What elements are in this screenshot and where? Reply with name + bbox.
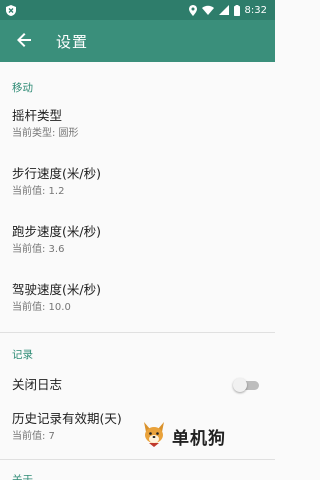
watermark-text: 单机狗 [172,428,226,449]
pref-joystick-type[interactable]: 摇杆类型 当前类型: 圆形 [0,98,275,150]
pref-title: 步行速度(米/秒) [12,166,101,181]
shield-icon [6,4,16,16]
pref-summary: 当前值: 1.2 [12,186,65,197]
location-icon [188,4,197,16]
app-bar: 设置 [0,20,275,62]
category-record: 记录 [12,349,33,361]
pref-summary: 当前类型: 圆形 [12,128,79,139]
pref-title: 跑步速度(米/秒) [12,224,101,239]
close-log-toggle[interactable] [233,378,259,392]
toggle-thumb [233,378,247,392]
category-about: 关于 [12,474,33,480]
pref-title: 关闭日志 [12,377,63,392]
arrow-left-icon [17,32,31,51]
pref-summary: 当前值: 3.6 [12,244,65,255]
pref-close-log[interactable]: 关闭日志 [0,365,275,405]
status-bar: 8:32 [0,0,275,20]
category-movement: 移动 [12,82,33,94]
pref-drive-speed[interactable]: 驾驶速度(米/秒) 当前值: 10.0 [0,272,275,324]
wifi-icon [201,5,214,15]
status-time: 8:32 [244,4,267,16]
pref-history-validity[interactable]: 历史记录有效期(天) 当前值: 7 [0,405,275,457]
pref-title: 驾驶速度(米/秒) [12,282,101,297]
settings-list[interactable]: 移动 摇杆类型 当前类型: 圆形 步行速度(米/秒) 当前值: 1.2 跑步速度… [0,62,275,480]
back-button[interactable] [12,29,36,53]
battery-icon [233,4,240,16]
page-title: 设置 [56,32,89,51]
pref-run-speed[interactable]: 跑步速度(米/秒) 当前值: 3.6 [0,214,275,266]
pref-walk-speed[interactable]: 步行速度(米/秒) 当前值: 1.2 [0,156,275,208]
pref-title: 摇杆类型 [12,108,63,123]
dog-logo-icon [140,420,168,452]
watermark: 单机狗 [140,420,226,452]
pref-summary: 当前值: 10.0 [12,302,71,313]
signal-icon [218,5,229,15]
